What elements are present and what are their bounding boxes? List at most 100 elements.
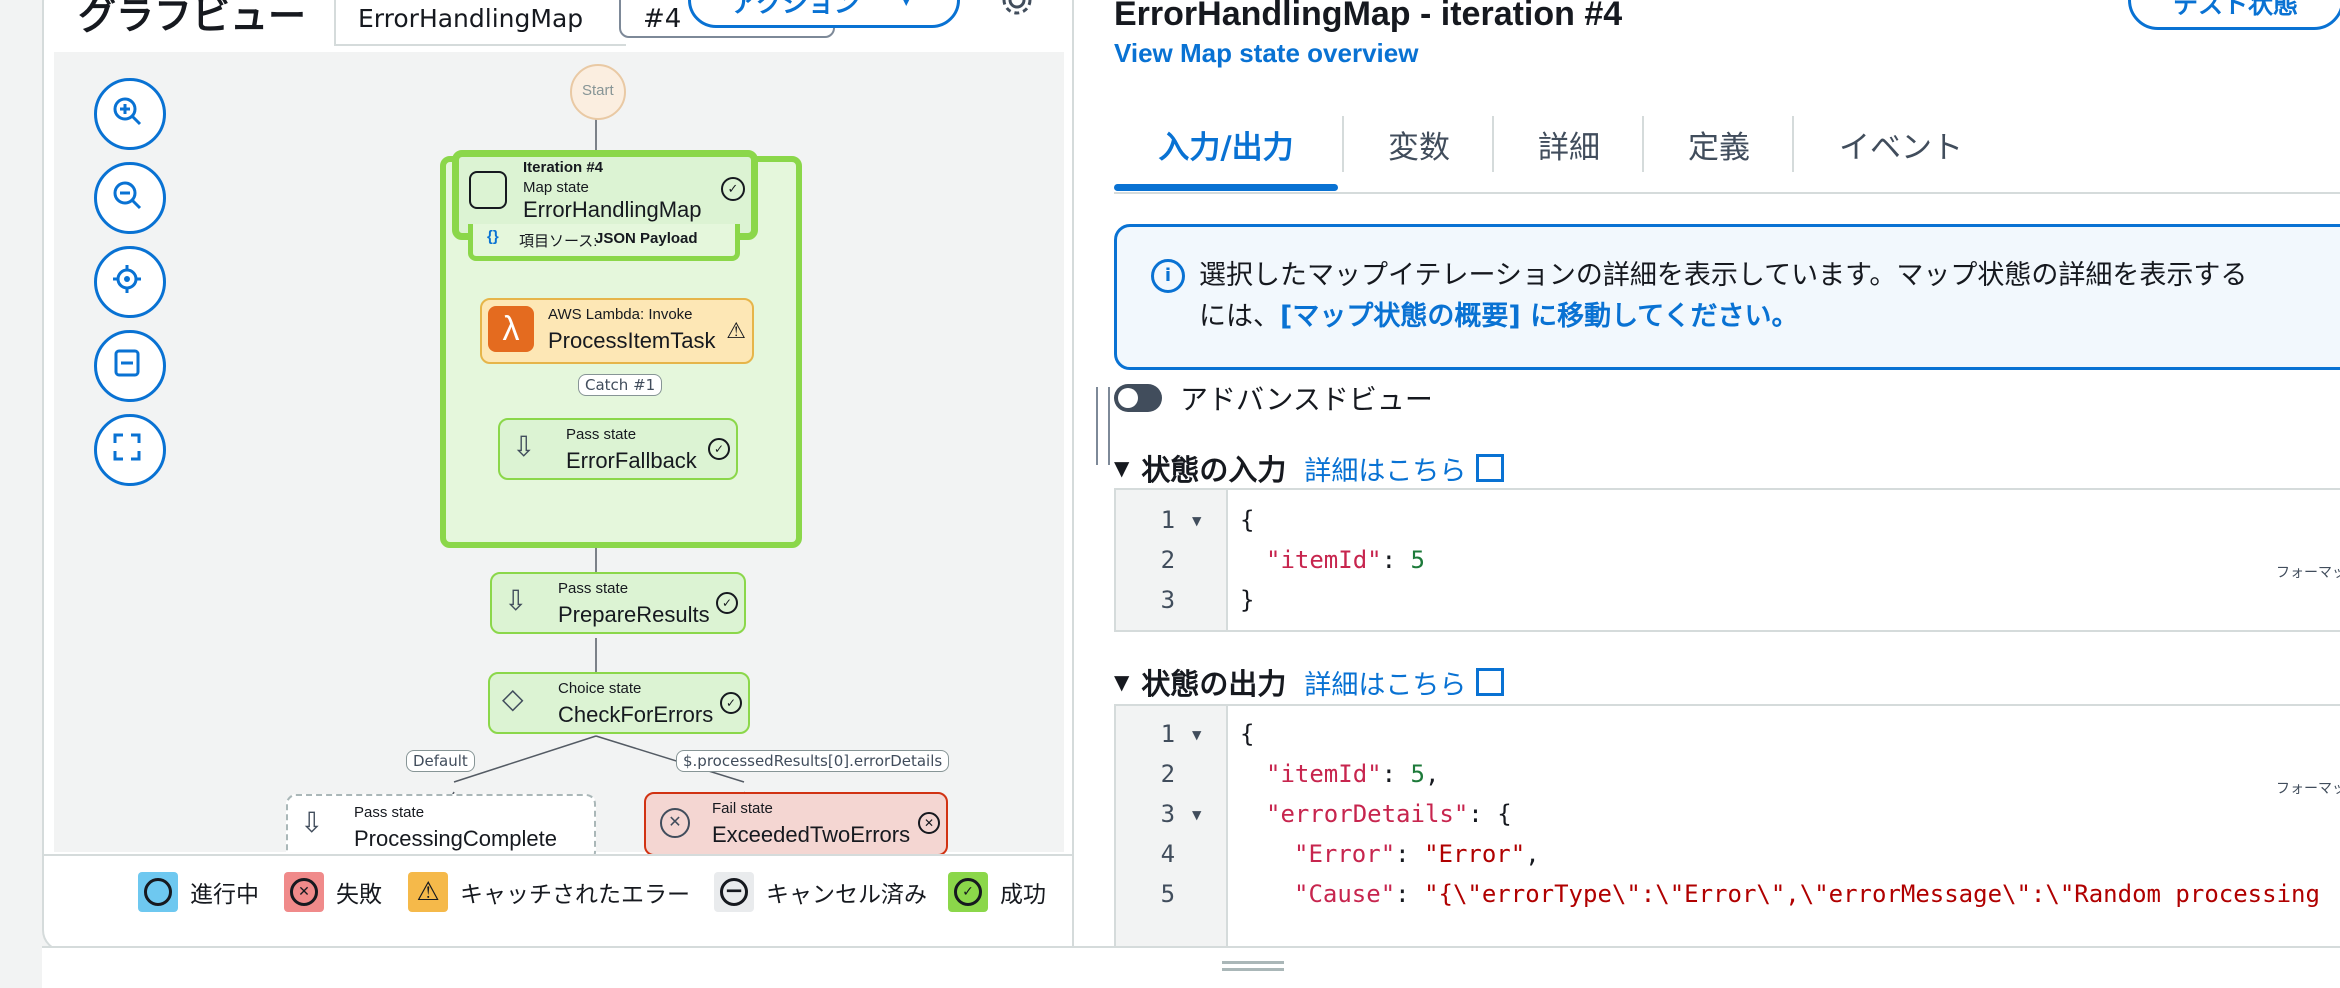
- info-alert: i 選択したマップイテレーションの詳細を表示しています。マップ状態の詳細を表示す…: [1114, 224, 2340, 370]
- tab-variables[interactable]: 変数: [1346, 116, 1492, 172]
- choice-name-label: CheckForErrors: [558, 702, 714, 727]
- item-source-bar: {} 項目ソース: JSON Payload: [468, 224, 740, 261]
- iteration-selector-value: #4: [643, 4, 682, 34]
- legend-cancelled: − キャンセル済み: [714, 870, 927, 914]
- lambda-icon: λ: [488, 306, 534, 352]
- tab-divider: [1642, 116, 1644, 172]
- legend-failed: ✕ 失敗: [284, 870, 382, 914]
- catch-edge-label: Catch #1: [578, 374, 663, 396]
- gear-icon[interactable]: [999, 0, 1035, 18]
- check-for-errors-node[interactable]: ◇ Choice state CheckForErrors ✓: [488, 672, 750, 734]
- actions-button-label: アクション: [731, 0, 860, 19]
- start-label: Start: [582, 82, 614, 99]
- advanced-view-toggle[interactable]: [1114, 384, 1162, 412]
- pane-drag-handle[interactable]: [1222, 961, 1284, 971]
- map-selector-value: ErrorHandlingMap: [358, 4, 584, 33]
- tab-definition[interactable]: 定義: [1646, 116, 1792, 172]
- fail-type-label: Fail state: [712, 800, 773, 817]
- braces-icon: {}: [487, 228, 499, 245]
- active-tab-indicator: [1114, 184, 1338, 191]
- item-source-label: 項目ソース:: [519, 233, 598, 250]
- prepare-name-label: PrepareResults: [558, 602, 710, 627]
- state-output-header[interactable]: ▼ 状態の出力 詳細はこちら: [1114, 660, 1505, 704]
- map-type-label: Map state: [523, 179, 589, 196]
- tab-input-output[interactable]: 入力/出力: [1114, 116, 1338, 172]
- line-number: 3: [1160, 586, 1176, 614]
- processing-complete-node[interactable]: ⇩ Pass state ProcessingComplete: [286, 794, 596, 862]
- tab-divider: [1492, 116, 1494, 172]
- line-number: 2: [1160, 546, 1176, 574]
- warning-icon: ⚠: [726, 318, 746, 343]
- status-legend: 進行中 ✕ 失敗 ⚠ キャッチされたエラー − キャンセル済み ✓ 成功: [44, 854, 1074, 926]
- code-line: }: [1240, 586, 1255, 614]
- map-overview-link[interactable]: View Map state overview: [1114, 38, 1418, 69]
- state-machine-panel: グラフビュー ErrorHandlingMap #4 アクション ▼: [42, 0, 2340, 952]
- success-check-icon: ✓: [721, 177, 745, 201]
- lambda-task-node[interactable]: λ AWS Lambda: Invoke ProcessItemTask ⚠: [480, 298, 754, 364]
- iteration-detail-panel: ErrorHandlingMap - iteration #4 テスト状態 Vi…: [1114, 0, 2340, 950]
- learn-more-link[interactable]: 詳細はこちら: [1304, 663, 1505, 702]
- prepare-type-label: Pass state: [558, 580, 629, 597]
- formatted-label: フォーマット済み: [2276, 565, 2340, 581]
- line-number: 1 ▾: [1160, 720, 1204, 748]
- legend-caught-error-label: キャッチされたエラー: [460, 882, 690, 908]
- legend-cancelled-label: キャンセル済み: [766, 882, 927, 908]
- complete-name-label: ProcessingComplete: [354, 826, 557, 851]
- formatted-label: フォーマット済み: [2276, 781, 2340, 797]
- line-number: 2: [1160, 760, 1176, 788]
- panel-divider: [1072, 0, 1074, 950]
- line-number: 1 ▾: [1160, 506, 1204, 534]
- code-line: "itemId": 5,: [1266, 760, 1440, 788]
- tab-details[interactable]: 詳細: [1496, 116, 1642, 172]
- learn-more-label: 詳細はこちら: [1304, 455, 1467, 487]
- line-number: 4: [1160, 840, 1176, 868]
- collapse-caret-icon: ▼: [1114, 456, 1130, 480]
- detail-title: ErrorHandlingMap - iteration #4: [1114, 0, 1623, 33]
- choice-icon: ◇: [502, 683, 524, 714]
- test-state-label: テスト状態: [2173, 0, 2299, 19]
- map-selector[interactable]: ErrorHandlingMap: [334, 0, 626, 46]
- caret-down-icon: ▼: [897, 0, 915, 9]
- legend-failed-label: 失敗: [336, 882, 382, 908]
- success-check-icon: ✓: [720, 692, 742, 714]
- state-output-title: 状態の出力: [1141, 667, 1287, 701]
- map-name-label: ErrorHandlingMap: [523, 197, 702, 222]
- code-line: {: [1240, 506, 1255, 534]
- tab-divider: [1342, 116, 1344, 172]
- pass-icon: ⇩: [504, 585, 528, 616]
- prepare-results-node[interactable]: ⇩ Pass state PrepareResults ✓: [490, 572, 746, 634]
- code-line: {: [1240, 720, 1255, 748]
- bottom-pane: [42, 946, 2340, 988]
- detail-tabs: 入力/出力 変数 詳細 定義 イベント: [1114, 100, 2340, 194]
- graph-view-title: グラフビュー: [78, 0, 307, 38]
- tab-events[interactable]: イベント: [1796, 116, 2006, 172]
- failed-x-icon: ✕: [918, 812, 940, 834]
- external-link-icon: [1476, 454, 1505, 482]
- line-number: 3 ▾: [1160, 800, 1204, 828]
- code-line: "itemId": 5: [1266, 546, 1425, 574]
- lambda-type-label: AWS Lambda: Invoke: [548, 306, 693, 323]
- complete-type-label: Pass state: [354, 804, 425, 821]
- lambda-name-label: ProcessItemTask: [548, 328, 716, 353]
- learn-more-link[interactable]: 詳細はこちら: [1304, 449, 1505, 488]
- resize-handle[interactable]: [1096, 387, 1110, 465]
- code-line: "Error": "Error",: [1294, 840, 1540, 868]
- legend-succeeded-label: 成功: [1000, 882, 1046, 908]
- state-output-editor[interactable]: 1 ▾ { 2 "itemId": 5, 3 ▾ "errorDetails": {…: [1114, 704, 2340, 948]
- error-fallback-node[interactable]: ⇩ Pass state ErrorFallback ✓: [498, 418, 738, 480]
- start-node[interactable]: Start: [570, 64, 626, 120]
- code-line: "errorDetails": {: [1266, 800, 1512, 828]
- graph-canvas[interactable]: Start Iteration #4 Map state ErrorHandli…: [54, 52, 1064, 862]
- rule-edge-label: $.processedResults[0].errorDetails: [676, 750, 950, 772]
- x-circle-icon: ✕: [284, 872, 324, 912]
- advanced-view-label: アドバンスドビュー: [1180, 383, 1433, 416]
- map-iteration-label: Iteration #4: [523, 159, 604, 176]
- code-line: "Cause": "{\"errorType\":\"Error\",\"err…: [1294, 880, 2320, 908]
- pass-icon: ⇩: [512, 431, 536, 462]
- test-state-button[interactable]: テスト状態: [2128, 0, 2340, 30]
- state-input-editor[interactable]: 1 ▾{ 2 "itemId": 5 3 } フォーマット済み </>: [1114, 488, 2340, 632]
- state-input-header[interactable]: ▼ 状態の入力 詳細はこちら: [1114, 446, 1505, 490]
- actions-button[interactable]: アクション ▼: [688, 0, 960, 28]
- exceeded-two-errors-node[interactable]: ✕ Fail state ExceededTwoErrors ✕: [644, 792, 948, 856]
- alert-overview-link[interactable]: [マップ状態の概要] に移動してください。: [1280, 301, 1798, 332]
